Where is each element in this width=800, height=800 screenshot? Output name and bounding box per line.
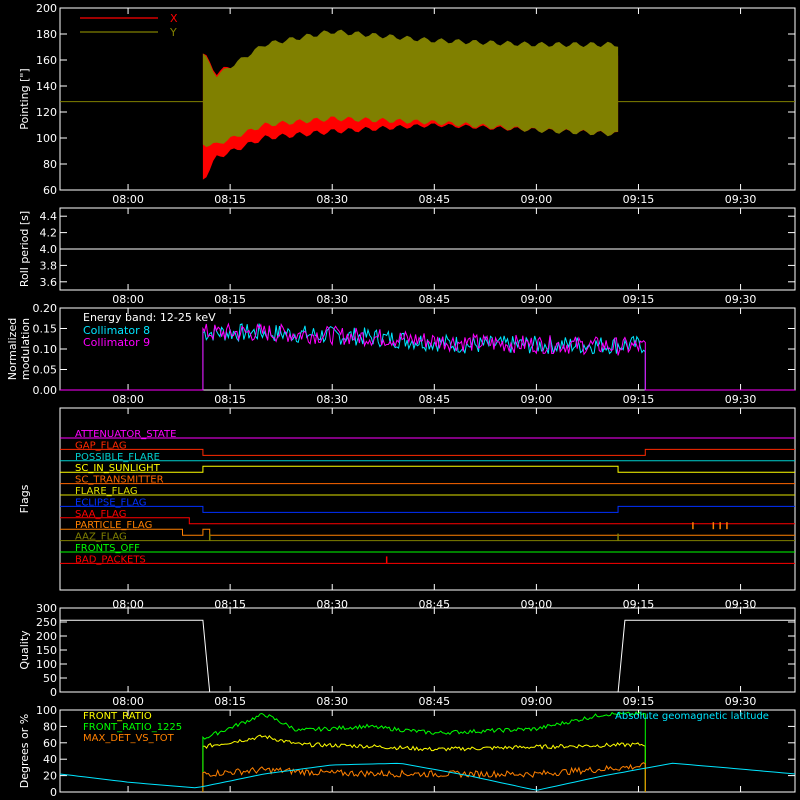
x-tick-label: 08:15 [214,393,246,406]
y-axis-label: Roll period [s] [18,211,31,287]
y-tick-label: 120 [36,106,57,119]
legend-label: X [170,12,178,25]
y-tick-label: 20 [43,770,57,783]
y-tick-label: 200 [36,2,57,15]
x-tick-label: 08:15 [214,695,246,708]
y-tick-label: 250 [36,616,57,629]
x-tick-label: 08:00 [112,193,144,206]
y-tick-label: 0 [50,786,57,799]
y-tick-label: 50 [43,672,57,685]
x-tick-label: 08:00 [112,695,144,708]
y-tick-label: 40 [43,753,57,766]
legend-label: Y [169,26,177,39]
y-axis-label: Pointing ["] [18,68,31,129]
y-tick-label: 140 [36,80,57,93]
x-tick-label: 09:30 [725,293,757,306]
x-tick-label: 09:15 [623,193,655,206]
x-tick-label: 09:30 [725,695,757,708]
x-tick-label: 09:30 [725,393,757,406]
y-tick-label: 3.8 [40,259,58,272]
y-axis-label: Quality [18,630,31,670]
stix-quicklook-figure: 08:00 08:15 08:30 08:45 09:00 09:15 09:30 60 80 1… [0,0,800,800]
x-tick-label: 08:45 [418,393,450,406]
x-tick-label: 09:00 [521,193,553,206]
y-tick-label: 80 [43,158,57,171]
y-axis-label: Flags [18,484,31,513]
x-tick-label: 09:30 [725,193,757,206]
legend-label: FRONT_RATIO_1225 [83,722,182,733]
x-tick-label: 09:15 [623,393,655,406]
energy-band-annotation: Energy band: 12-25 keV [83,311,216,324]
y-tick-label: 100 [36,658,57,671]
y-tick-label: 0.10 [33,343,58,356]
y-tick-label: 0.05 [33,364,58,377]
y-tick-label: 4.0 [40,243,58,256]
x-tick-label: 08:00 [112,393,144,406]
y-tick-label: 150 [36,644,57,657]
y-tick-label: 60 [43,184,57,197]
y-tick-label: 4.4 [40,210,58,223]
y-axis-label: Degrees or % [18,714,31,788]
y-tick-label: 60 [43,737,57,750]
x-tick-label: 08:15 [214,293,246,306]
legend-label: Absolute geomagnetic latitude [615,711,769,722]
y-tick-label: 200 [36,630,57,643]
y-tick-label: 0.20 [33,302,58,315]
x-tick-label: 09:15 [623,293,655,306]
y-tick-label: 80 [43,720,57,733]
x-tick-label: 08:45 [418,193,450,206]
y-tick-label: 100 [36,704,57,717]
y-tick-label: 160 [36,54,57,67]
x-tick-label: 08:00 [112,293,144,306]
x-tick-label: 08:15 [214,193,246,206]
x-tick-label: 08:30 [316,293,348,306]
x-tick-label: 08:45 [418,293,450,306]
x-tick-label: 09:00 [521,393,553,406]
x-tick-label: 09:00 [521,695,553,708]
legend-label: FRONT_RATIO [83,711,152,722]
x-tick-label: 08:30 [316,695,348,708]
y-tick-label: 0.15 [33,323,58,336]
legend-label: Collimator 9 [83,336,150,349]
y-tick-label: 3.6 [40,276,58,289]
x-tick-label: 08:45 [418,695,450,708]
x-tick-label: 08:30 [316,393,348,406]
x-tick-label: 08:30 [316,193,348,206]
y-tick-label: 4.2 [40,227,58,240]
y-tick-label: 100 [36,132,57,145]
y-tick-label: 300 [36,602,57,615]
x-tick-label: 09:15 [623,695,655,708]
y-tick-label: 0 [50,686,57,699]
legend-label: MAX_DET_VS_TOT [83,733,175,744]
y-tick-label: 180 [36,28,57,41]
y-axis-label: Normalizedmodulation [6,318,32,380]
x-tick-label: 09:00 [521,293,553,306]
y-tick-label: 0.00 [33,384,58,397]
